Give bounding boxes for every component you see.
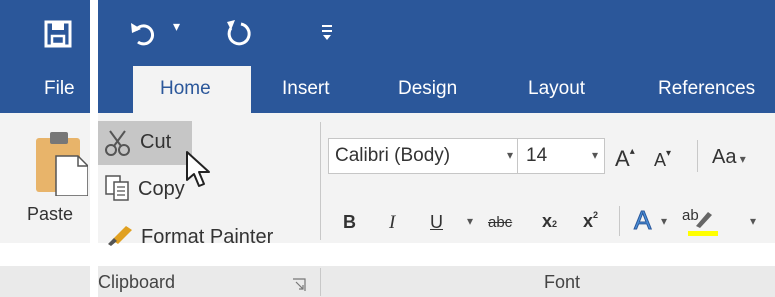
subscript-button[interactable]: x2: [542, 211, 557, 232]
undo-dropdown-icon[interactable]: ▾: [173, 18, 180, 35]
group-label-bar-left: [0, 266, 90, 297]
bold-button[interactable]: B: [343, 212, 356, 233]
strikethrough-button[interactable]: abc: [488, 214, 512, 231]
font-size-value: 14: [526, 145, 548, 166]
superscript-mark: 2: [593, 210, 599, 220]
copy-button[interactable]: Copy: [138, 178, 185, 201]
shrink-arrow-icon: ▾: [666, 148, 672, 159]
font-group-label: Font: [544, 272, 581, 292]
grow-font-label: A: [615, 146, 630, 171]
copy-icon: [104, 174, 132, 202]
scissors-icon: [104, 129, 132, 157]
format-painter-button[interactable]: Format Painter: [141, 226, 273, 249]
grow-arrow-icon: ▴: [629, 146, 635, 157]
tab-references[interactable]: References: [658, 78, 755, 100]
change-case-label: Aa: [712, 146, 737, 168]
change-case-button[interactable]: Aa ▾: [712, 146, 746, 169]
font-name-dropdown-icon[interactable]: ▾: [507, 148, 513, 162]
cut-label: Cut: [140, 131, 172, 153]
highlight-dropdown-icon[interactable]: ▾: [750, 214, 756, 228]
group-label-bar: [98, 266, 775, 297]
group-label-divider: [320, 268, 321, 296]
tab-home[interactable]: Home: [133, 66, 251, 114]
font-name-value: Calibri (Body): [335, 145, 451, 166]
italic-button[interactable]: I: [389, 212, 395, 234]
customize-qat-icon[interactable]: [320, 22, 334, 42]
group-divider: [320, 122, 321, 240]
tab-file[interactable]: File: [44, 78, 75, 100]
change-case-dropdown-icon: ▾: [736, 152, 746, 166]
font-divider: [697, 140, 698, 172]
mouse-cursor-icon: [185, 150, 215, 190]
font-divider-2: [619, 206, 620, 236]
tab-insert[interactable]: Insert: [282, 78, 330, 100]
superscript-label: x: [583, 211, 594, 231]
format-painter-icon: [106, 220, 136, 246]
font-size-box[interactable]: 14 ▾: [517, 138, 605, 174]
dialog-launcher-icon[interactable]: [292, 278, 306, 292]
tab-layout[interactable]: Layout: [528, 78, 585, 100]
text-effects-dropdown-icon[interactable]: ▾: [661, 214, 667, 228]
clipboard-group-label: Clipboard: [98, 272, 176, 292]
highlighter-icon: [688, 206, 718, 236]
grow-font-button[interactable]: A▴: [615, 146, 635, 172]
window-gap: [90, 0, 98, 297]
undo-icon[interactable]: [128, 18, 158, 48]
subscript-label: x: [542, 211, 553, 231]
tab-design[interactable]: Design: [398, 78, 457, 100]
text-effects-button[interactable]: A: [633, 205, 651, 236]
paste-icon: [36, 128, 89, 197]
subscript-mark: 2: [552, 219, 558, 229]
superscript-button[interactable]: x2: [583, 210, 599, 232]
redo-icon[interactable]: [223, 18, 253, 48]
save-icon[interactable]: [44, 20, 72, 48]
underline-button[interactable]: U: [430, 212, 443, 233]
underline-dropdown-icon[interactable]: ▾: [467, 214, 473, 228]
font-size-dropdown-icon[interactable]: ▾: [592, 148, 598, 162]
shrink-font-button[interactable]: A▾: [654, 148, 672, 171]
shrink-font-label: A: [654, 150, 667, 170]
ribbon-gap: [0, 243, 775, 266]
tab-home-label: Home: [160, 78, 211, 99]
paste-button[interactable]: Paste: [27, 204, 73, 225]
font-name-box[interactable]: Calibri (Body) ▾: [328, 138, 518, 174]
